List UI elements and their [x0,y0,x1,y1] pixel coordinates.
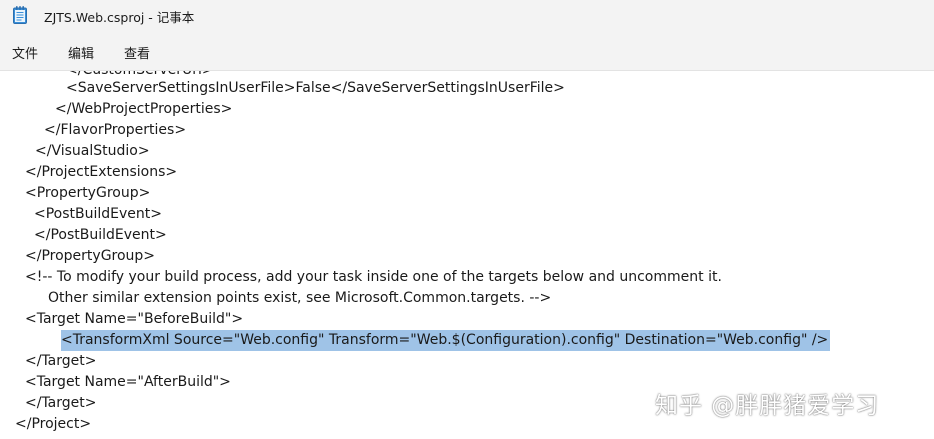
code-line: <PostBuildEvent> [34,206,163,222]
notepad-icon [13,6,27,24]
code-line: </FlavorProperties> [44,122,187,138]
code-line: <!-- To modify your build process, add y… [25,269,722,285]
code-line: </PropertyGroup> [25,248,156,264]
code-line: </PostBuildEvent> [34,227,167,243]
code-line: <PropertyGroup> [25,185,151,201]
code-line: </ProjectExtensions> [25,164,178,180]
title-bar[interactable]: ZJTS.Web.csproj - 记事本 [0,0,934,34]
code-line: <Target Name="BeforeBuild"> [25,311,244,327]
menu-bar: 文件 编辑 查看 [0,34,934,70]
menu-file[interactable]: 文件 [10,43,40,62]
text-editor[interactable]: </CustomServerUrl> <SaveServerSettingsIn… [0,71,934,439]
code-line: <SaveServerSettingsInUserFile>False</Sav… [66,80,565,96]
code-line: </VisualStudio> [35,143,150,159]
code-line: </Target> [25,353,97,369]
code-line: </Project> [15,416,92,432]
menu-view[interactable]: 查看 [122,43,152,62]
menu-edit[interactable]: 编辑 [66,43,96,62]
code-line: Other similar extension points exist, se… [48,290,552,306]
watermark: 知乎 @胖胖猪爱学习 [655,393,880,419]
window-title: ZJTS.Web.csproj - 记事本 [44,10,195,25]
selected-code-line: <TransformXml Source="Web.config" Transf… [61,330,831,351]
code-line: </Target> [25,395,97,411]
code-line: </WebProjectProperties> [55,101,233,117]
code-line: <Target Name="AfterBuild"> [25,374,231,390]
